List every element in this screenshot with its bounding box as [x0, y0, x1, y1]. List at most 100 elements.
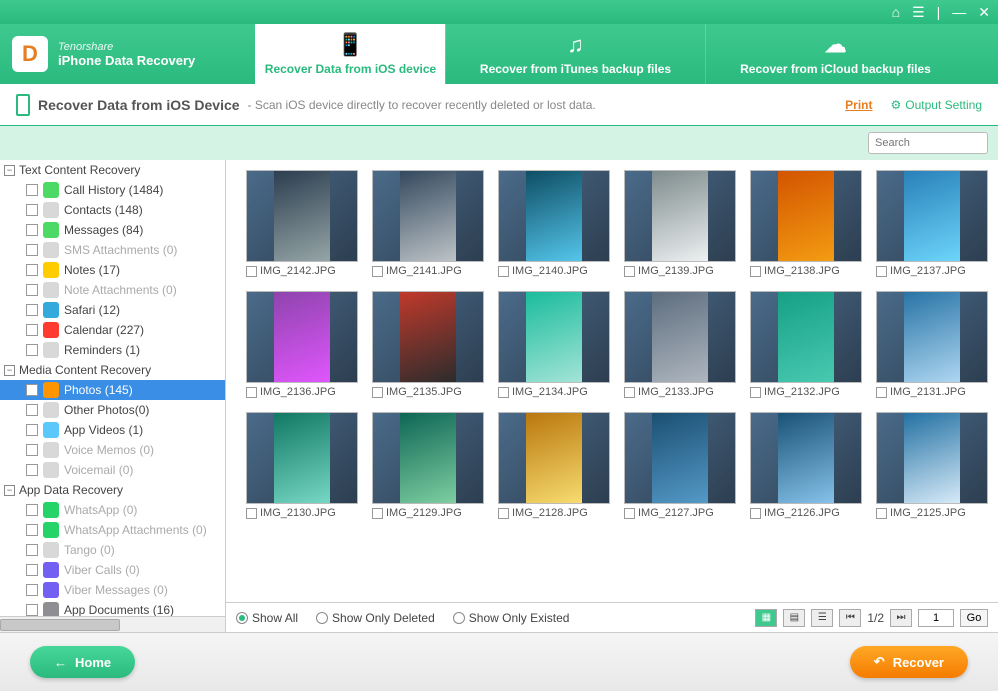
category-header[interactable]: −Text Content Recovery	[0, 160, 225, 180]
view-grid-large-icon[interactable]: ▦	[755, 609, 777, 627]
thumbnail-checkbox[interactable]	[876, 387, 887, 398]
tab-1[interactable]: ♫Recover from iTunes backup files	[445, 24, 705, 84]
category-header[interactable]: −Media Content Recovery	[0, 360, 225, 380]
thumbnail[interactable]: IMG_2133.JPG	[624, 291, 736, 398]
sidebar-item[interactable]: Viber Messages (0)	[0, 580, 225, 600]
home-icon[interactable]: ⌂	[892, 4, 900, 20]
thumbnail[interactable]: IMG_2136.JPG	[246, 291, 358, 398]
menu-icon[interactable]: ☰	[912, 4, 925, 21]
sidebar-item[interactable]: Viber Calls (0)	[0, 560, 225, 580]
thumbnail[interactable]: IMG_2131.JPG	[876, 291, 988, 398]
close-icon[interactable]: ✕	[978, 4, 990, 21]
thumbnail-checkbox[interactable]	[498, 266, 509, 277]
thumbnail-checkbox[interactable]	[246, 266, 257, 277]
checkbox[interactable]	[26, 424, 38, 436]
thumbnail[interactable]: IMG_2125.JPG	[876, 412, 988, 519]
thumbnail-checkbox[interactable]	[624, 266, 635, 277]
thumbnail-checkbox[interactable]	[372, 387, 383, 398]
minimize-icon[interactable]: —	[952, 4, 966, 20]
checkbox[interactable]	[26, 544, 38, 556]
checkbox[interactable]	[26, 264, 38, 276]
tab-0[interactable]: 📱Recover Data from iOS device	[255, 24, 445, 84]
home-button[interactable]: ← Home	[30, 646, 135, 678]
thumbnail[interactable]: IMG_2127.JPG	[624, 412, 736, 519]
thumbnail[interactable]: IMG_2138.JPG	[750, 170, 862, 277]
checkbox[interactable]	[26, 404, 38, 416]
thumbnail[interactable]: IMG_2130.JPG	[246, 412, 358, 519]
thumbnail[interactable]: IMG_2126.JPG	[750, 412, 862, 519]
sidebar-item[interactable]: Notes (17)	[0, 260, 225, 280]
checkbox[interactable]	[26, 584, 38, 596]
thumbnail[interactable]: IMG_2140.JPG	[498, 170, 610, 277]
thumbnail-checkbox[interactable]	[246, 508, 257, 519]
checkbox[interactable]	[26, 224, 38, 236]
sidebar-item[interactable]: Reminders (1)	[0, 340, 225, 360]
view-grid-small-icon[interactable]: ▤	[783, 609, 805, 627]
checkbox[interactable]	[26, 464, 38, 476]
sidebar-item[interactable]: App Videos (1)	[0, 420, 225, 440]
thumbnail-checkbox[interactable]	[624, 387, 635, 398]
sidebar-item[interactable]: Note Attachments (0)	[0, 280, 225, 300]
print-link[interactable]: Print	[845, 98, 872, 112]
tab-2[interactable]: ☁Recover from iCloud backup files	[705, 24, 965, 84]
sidebar-item[interactable]: Calendar (227)	[0, 320, 225, 340]
thumbnail-checkbox[interactable]	[876, 508, 887, 519]
sidebar-item[interactable]: Safari (12)	[0, 300, 225, 320]
thumbnail[interactable]: IMG_2142.JPG	[246, 170, 358, 277]
filter-show-all[interactable]: Show All	[236, 611, 298, 625]
checkbox[interactable]	[26, 384, 38, 396]
thumbnail[interactable]: IMG_2139.JPG	[624, 170, 736, 277]
sidebar-item[interactable]: Tango (0)	[0, 540, 225, 560]
checkbox[interactable]	[26, 564, 38, 576]
sidebar-item[interactable]: SMS Attachments (0)	[0, 240, 225, 260]
thumbnail[interactable]: IMG_2129.JPG	[372, 412, 484, 519]
checkbox[interactable]	[26, 444, 38, 456]
thumbnail-checkbox[interactable]	[750, 266, 761, 277]
view-list-icon[interactable]: ☰	[811, 609, 833, 627]
sidebar-item[interactable]: Messages (84)	[0, 220, 225, 240]
page-first-icon[interactable]: ⏮	[839, 609, 861, 627]
go-button[interactable]: Go	[960, 609, 988, 627]
checkbox[interactable]	[26, 284, 38, 296]
checkbox[interactable]	[26, 504, 38, 516]
checkbox[interactable]	[26, 344, 38, 356]
sidebar-item[interactable]: Contacts (148)	[0, 200, 225, 220]
sidebar-item[interactable]: Call History (1484)	[0, 180, 225, 200]
thumbnail[interactable]: IMG_2134.JPG	[498, 291, 610, 398]
thumbnail-checkbox[interactable]	[372, 508, 383, 519]
page-number-input[interactable]	[918, 609, 954, 627]
sidebar-item[interactable]: Voicemail (0)	[0, 460, 225, 480]
thumbnail-checkbox[interactable]	[876, 266, 887, 277]
search-input[interactable]	[868, 132, 988, 154]
checkbox[interactable]	[26, 244, 38, 256]
sidebar-item[interactable]: WhatsApp Attachments (0)	[0, 520, 225, 540]
sidebar-item[interactable]: WhatsApp (0)	[0, 500, 225, 520]
checkbox[interactable]	[26, 324, 38, 336]
output-setting-link[interactable]: ⚙ Output Setting	[891, 98, 982, 112]
filter-show-existed[interactable]: Show Only Existed	[453, 611, 570, 625]
thumbnail-checkbox[interactable]	[246, 387, 257, 398]
thumbnail[interactable]: IMG_2137.JPG	[876, 170, 988, 277]
page-next-icon[interactable]: ⏭	[890, 609, 912, 627]
thumbnail-checkbox[interactable]	[624, 508, 635, 519]
thumbnail[interactable]: IMG_2132.JPG	[750, 291, 862, 398]
checkbox[interactable]	[26, 304, 38, 316]
sidebar-item[interactable]: Other Photos(0)	[0, 400, 225, 420]
checkbox[interactable]	[26, 604, 38, 616]
thumbnail-checkbox[interactable]	[750, 387, 761, 398]
sidebar-scrollbar[interactable]	[0, 616, 225, 632]
thumbnail[interactable]: IMG_2128.JPG	[498, 412, 610, 519]
recover-button[interactable]: ↶ Recover	[850, 646, 968, 678]
thumbnail[interactable]: IMG_2135.JPG	[372, 291, 484, 398]
thumbnail-checkbox[interactable]	[372, 266, 383, 277]
checkbox[interactable]	[26, 204, 38, 216]
category-header[interactable]: −App Data Recovery	[0, 480, 225, 500]
filter-show-deleted[interactable]: Show Only Deleted	[316, 611, 435, 625]
checkbox[interactable]	[26, 524, 38, 536]
thumbnail-checkbox[interactable]	[498, 387, 509, 398]
thumbnail-checkbox[interactable]	[750, 508, 761, 519]
thumbnail[interactable]: IMG_2141.JPG	[372, 170, 484, 277]
thumbnail-checkbox[interactable]	[498, 508, 509, 519]
sidebar-item[interactable]: Photos (145)	[0, 380, 225, 400]
checkbox[interactable]	[26, 184, 38, 196]
